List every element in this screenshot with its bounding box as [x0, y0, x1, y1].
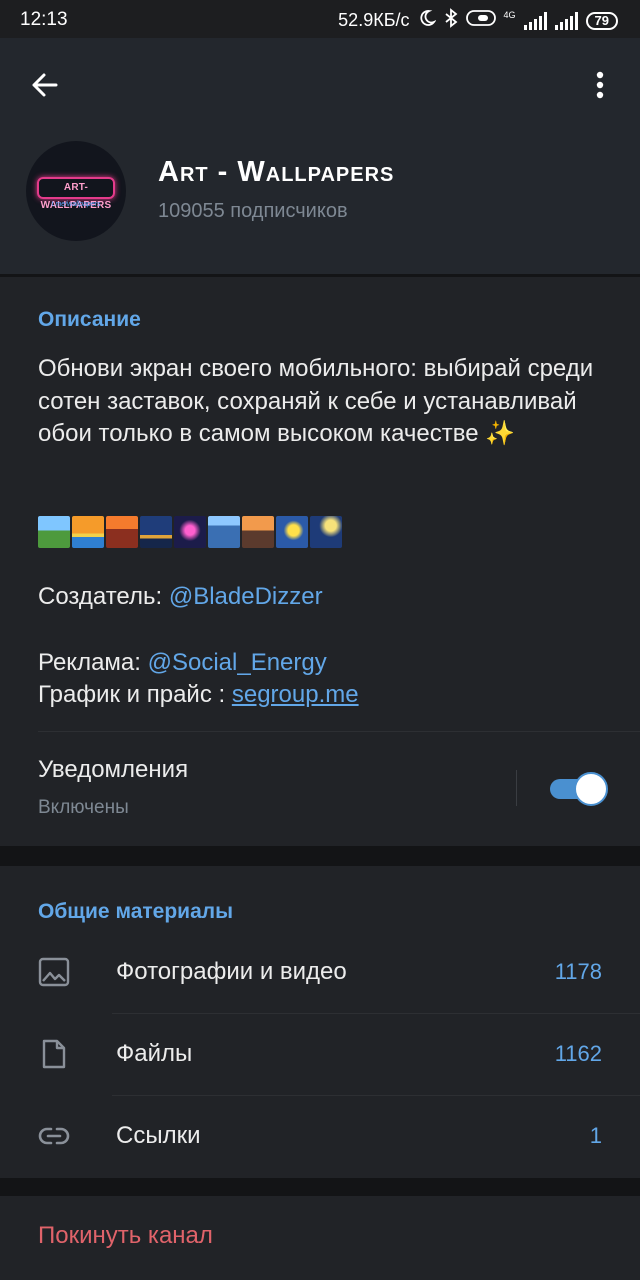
- shared-media-label: Ссылки: [116, 1122, 201, 1149]
- sunrise-emoji-icon: [72, 516, 104, 548]
- link-icon: [38, 1127, 70, 1145]
- status-icons: 52.9КБ/с 4G 79: [338, 8, 618, 33]
- ads-label: Реклама:: [38, 649, 141, 676]
- back-button[interactable]: [28, 68, 62, 102]
- status-bar: 12:13 52.9КБ/с 4G 79: [0, 0, 640, 38]
- emoji-row: [38, 516, 342, 548]
- battery-icon: 79: [585, 11, 618, 30]
- divider: [38, 731, 640, 732]
- creator-link[interactable]: @BladeDizzer: [169, 583, 323, 610]
- section-gap: [0, 1178, 640, 1196]
- status-time: 12:13: [20, 9, 68, 30]
- leave-channel-button[interactable]: Покинуть канал: [38, 1222, 213, 1250]
- signal-icon-2: [554, 11, 578, 30]
- avatar-logo-text: ART-WALLPAPERS: [37, 177, 115, 211]
- file-icon: [42, 1039, 66, 1069]
- landscape-emoji-icon: [38, 516, 70, 548]
- photo-icon: [38, 957, 70, 987]
- price-label: График и прайс :: [38, 681, 226, 708]
- creator-label: Создатель:: [38, 583, 163, 610]
- channel-avatar[interactable]: ART-WALLPAPERS t.me/wallpapers: [26, 141, 126, 241]
- ads-line: Реклама: @Social_Energy: [38, 649, 327, 677]
- notifications-state: Включены: [38, 797, 129, 818]
- section-gap: [0, 846, 640, 866]
- shared-media-label: Фотографии и видео: [116, 958, 347, 985]
- notifications-toggle[interactable]: [550, 772, 608, 806]
- mountain-sunrise-emoji-icon: [242, 516, 274, 548]
- notifications-label: Уведомления: [38, 756, 189, 783]
- bluetooth-icon: [444, 8, 458, 33]
- avatar-logo-subtext: t.me/wallpapers: [51, 201, 101, 208]
- signal-icon: [523, 11, 547, 30]
- creator-line: Создатель: @BladeDizzer: [38, 583, 323, 611]
- divider: [112, 1095, 640, 1096]
- nfc-icon: [465, 9, 496, 32]
- moon-icon: [418, 9, 437, 32]
- fireworks-emoji-icon: [174, 516, 206, 548]
- channel-title: Art - Wallpapers: [158, 156, 395, 188]
- ads-link[interactable]: @Social_Energy: [148, 649, 327, 676]
- vertical-separator: [516, 770, 517, 806]
- shared-media-count: 1162: [554, 1041, 602, 1066]
- network-type: 4G: [503, 9, 516, 20]
- shared-media-label: Файлы: [116, 1040, 193, 1067]
- price-link[interactable]: segroup.me: [232, 681, 359, 708]
- subscriber-count: 109055 подписчиков: [158, 200, 348, 222]
- shared-media-count: 1: [589, 1123, 602, 1148]
- cityscape-emoji-icon: [208, 516, 240, 548]
- city-sunset-emoji-icon: [106, 516, 138, 548]
- net-speed: 52.9КБ/с: [338, 10, 410, 30]
- shared-media-count: 1178: [554, 959, 602, 984]
- more-menu-button[interactable]: [588, 68, 612, 102]
- description-title: Описание: [38, 308, 141, 331]
- more-vertical-icon: [596, 71, 604, 99]
- bridge-night-emoji-icon: [140, 516, 172, 548]
- channel-header: ART-WALLPAPERS t.me/wallpapers Art - Wal…: [0, 38, 640, 274]
- toggle-knob: [574, 772, 608, 806]
- shared-media-title: Общие материалы: [38, 900, 234, 923]
- moon-night-emoji-icon: [310, 516, 342, 548]
- arrow-left-icon: [32, 73, 58, 97]
- divider: [112, 1013, 640, 1014]
- price-line: График и прайс : segroup.me: [38, 681, 359, 709]
- description-text: Обнови экран своего мобильного: выбирай …: [38, 355, 594, 447]
- star-night-emoji-icon: [276, 516, 308, 548]
- shared-media-section: Общие материалы: [0, 866, 640, 1178]
